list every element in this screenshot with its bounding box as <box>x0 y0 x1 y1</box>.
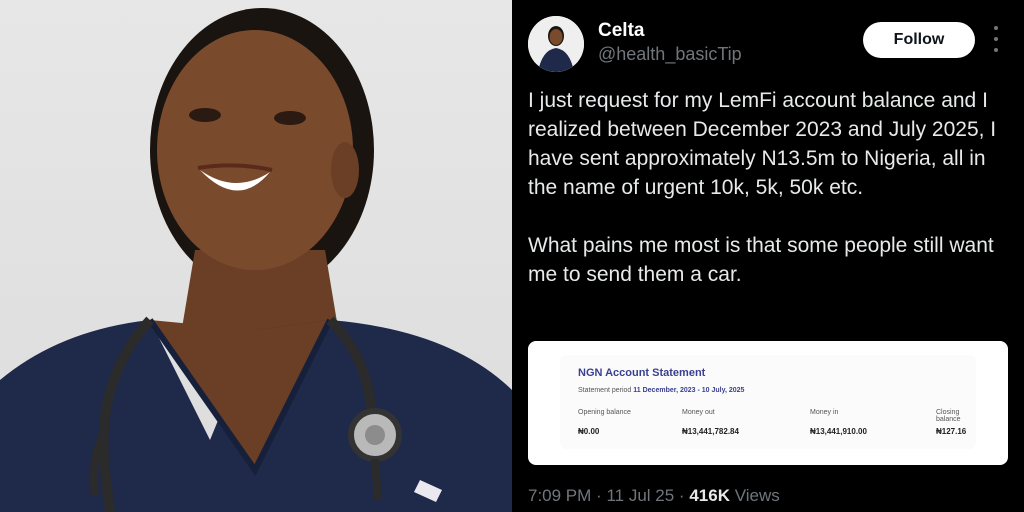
nurse-illustration <box>0 8 512 512</box>
tweet-time[interactable]: 7:09 PM <box>528 486 591 505</box>
profile-photo <box>0 0 512 512</box>
tweet-card: Celta @health_basicTip Follow I just req… <box>512 0 1024 512</box>
statement-title: NGN Account Statement <box>578 367 706 379</box>
money-in-label: Money in <box>810 409 839 416</box>
author-name[interactable]: Celta <box>598 20 644 42</box>
statement-document: NGN Account Statement Statement period 1… <box>560 355 976 449</box>
statement-image[interactable]: NGN Account Statement Statement period 1… <box>528 341 1008 465</box>
tweet-paragraph-2: What pains me most is that some people s… <box>528 234 994 286</box>
money-in-value: ₦13,441,910.00 <box>810 427 867 436</box>
statement-period: Statement period 11 December, 2023 - 10 … <box>578 387 744 394</box>
more-options-icon[interactable] <box>992 26 1000 52</box>
opening-balance-label: Opening balance <box>578 409 631 416</box>
views-label: Views <box>734 486 780 505</box>
meta-separator: · <box>596 486 602 505</box>
tweet-meta: 7:09 PM · 11 Jul 25 · 416K Views <box>528 486 780 506</box>
tweet-paragraph-1: I just request for my LemFi account bala… <box>528 89 997 199</box>
statement-period-value: 11 December, 2023 - 10 July, 2025 <box>633 387 745 394</box>
meta-separator: · <box>678 486 685 505</box>
opening-balance-value: ₦0.00 <box>578 427 600 436</box>
closing-balance-label: Closing balance <box>936 409 961 423</box>
follow-button[interactable]: Follow <box>863 22 975 58</box>
closing-balance-value: ₦127.16 <box>936 427 967 436</box>
views-count[interactable]: 416K <box>689 486 730 505</box>
tweet-date[interactable]: 11 Jul 25 <box>606 486 674 505</box>
money-out-label: Money out <box>682 409 715 416</box>
avatar[interactable] <box>528 16 584 72</box>
money-out-value: ₦13,441,782.84 <box>682 427 739 436</box>
author-handle[interactable]: @health_basicTip <box>598 44 742 65</box>
tweet-text: I just request for my LemFi account bala… <box>528 86 1010 289</box>
statement-period-label: Statement period <box>578 387 632 394</box>
